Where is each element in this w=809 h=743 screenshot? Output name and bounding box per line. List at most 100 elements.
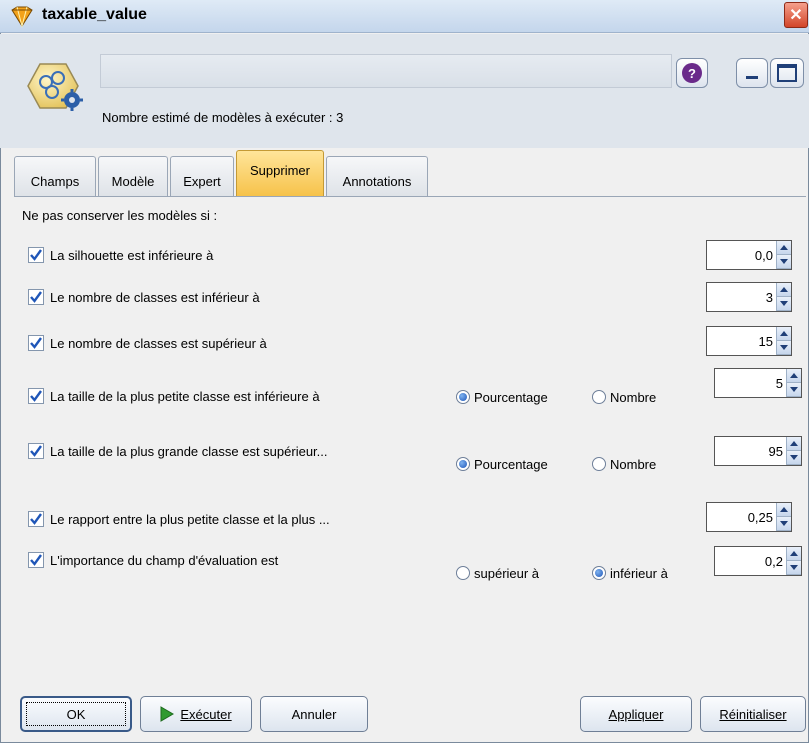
tab-expert[interactable]: Expert (170, 156, 234, 196)
spinner-down-arrow-icon[interactable] (787, 451, 801, 465)
class-ratio-checkbox[interactable] (28, 511, 44, 527)
largest-class-label: La taille de la plus grande classe est s… (50, 444, 328, 459)
silhouette-checkbox[interactable] (28, 247, 44, 263)
spinner-up-arrow-icon[interactable] (787, 547, 801, 561)
smallest-class-spinner[interactable]: 5 (714, 368, 802, 398)
spinner-value: 0,0 (754, 248, 773, 263)
smallest-class-label: La taille de la plus petite classe est i… (50, 389, 320, 404)
spinner-down-arrow-icon[interactable] (787, 561, 801, 575)
checkmark-icon (30, 249, 42, 261)
tab-label: Annotations (342, 174, 412, 189)
tab-label: Modèle (111, 174, 155, 189)
help-button[interactable]: ? (676, 58, 708, 88)
min-classes-label: Le nombre de classes est inférieur à (50, 290, 260, 305)
ok-button[interactable]: OK (20, 696, 132, 732)
spinner-up-arrow-icon[interactable] (777, 283, 791, 297)
close-icon: ✕ (789, 7, 803, 24)
button-label: Annuler (291, 706, 337, 722)
spinner-value: 5 (775, 376, 783, 391)
clustering-node-icon (26, 62, 88, 117)
radio-selected-dot (595, 569, 603, 577)
largest-class-checkbox[interactable] (28, 443, 44, 459)
percent-option-label: Pourcentage (474, 390, 548, 405)
smallest-class-number-radio[interactable] (592, 390, 606, 404)
checkmark-icon (30, 513, 42, 525)
spinner-value: 3 (765, 290, 773, 305)
minimize-icon (746, 75, 758, 79)
spinner-down-arrow-icon[interactable] (777, 255, 791, 269)
run-arrow-icon (160, 706, 175, 722)
importance-less-radio[interactable] (592, 566, 606, 580)
spinner-down-arrow-icon[interactable] (777, 517, 791, 531)
spinner-value: 15 (758, 334, 773, 349)
largest-class-number-radio[interactable] (592, 457, 606, 471)
spinner-down-arrow-icon[interactable] (787, 383, 801, 397)
spinner-up-arrow-icon[interactable] (787, 369, 801, 383)
spinner-up-arrow-icon[interactable] (777, 241, 791, 255)
spinner-up-arrow-icon[interactable] (777, 327, 791, 341)
minimize-button[interactable] (736, 58, 768, 88)
checkmark-icon (30, 554, 42, 566)
tab-supprimer[interactable]: Supprimer (236, 150, 324, 196)
min-classes-spinner[interactable]: 3 (706, 282, 792, 312)
apply-button[interactable]: Appliquer (580, 696, 692, 732)
cancel-button[interactable]: Annuler (260, 696, 368, 732)
estimated-models-text: Nombre estimé de modèles à exécuter : 3 (102, 110, 344, 125)
reset-button[interactable]: Réinitialiser (700, 696, 806, 732)
tab-annotations[interactable]: Annotations (326, 156, 428, 196)
spinner-up-arrow-icon[interactable] (787, 437, 801, 451)
header-panel (0, 34, 809, 148)
field-importance-spinner[interactable]: 0,2 (714, 546, 802, 576)
spinner-value: 95 (768, 444, 783, 459)
largest-class-spinner[interactable]: 95 (714, 436, 802, 466)
max-classes-spinner[interactable]: 15 (706, 326, 792, 356)
number-option-label: Nombre (610, 390, 657, 405)
window-title: taxable_value (42, 6, 147, 23)
percent-option-label: Pourcentage (474, 457, 548, 472)
less-option-label: inférieur à (610, 566, 668, 581)
importance-greater-radio[interactable] (456, 566, 470, 580)
greater-option-label: supérieur à (474, 566, 540, 581)
radio-selected-dot (459, 393, 467, 401)
maximize-button[interactable] (770, 58, 804, 88)
min-classes-checkbox[interactable] (28, 289, 44, 305)
discard-settings-panel (14, 197, 806, 677)
max-classes-label: Le nombre de classes est supérieur à (50, 336, 267, 351)
button-label: Réinitialiser (719, 706, 787, 722)
spinner-up-arrow-icon[interactable] (777, 503, 791, 517)
silhouette-spinner[interactable]: 0,0 (706, 240, 792, 270)
close-button[interactable]: ✕ (784, 2, 808, 28)
field-importance-checkbox[interactable] (28, 552, 44, 568)
node-name-field[interactable] (100, 54, 672, 88)
max-classes-checkbox[interactable] (28, 335, 44, 351)
checkmark-icon (30, 445, 42, 457)
number-option-label: Nombre (610, 457, 657, 472)
maximize-icon (777, 64, 797, 82)
app-shield-icon (10, 6, 34, 31)
tab-label: Supprimer (250, 163, 310, 178)
checkmark-icon (30, 390, 42, 402)
class-ratio-label: Le rapport entre la plus petite classe e… (50, 512, 330, 527)
silhouette-label: La silhouette est inférieure à (50, 248, 214, 263)
spinner-down-arrow-icon[interactable] (777, 297, 791, 311)
spinner-down-arrow-icon[interactable] (777, 341, 791, 355)
spinner-value: 0,2 (764, 554, 783, 569)
smallest-class-checkbox[interactable] (28, 388, 44, 404)
button-label: Appliquer (608, 706, 664, 722)
tab-modele[interactable]: Modèle (98, 156, 168, 196)
radio-selected-dot (459, 460, 467, 468)
class-ratio-spinner[interactable]: 0,25 (706, 502, 792, 532)
ok-focus-rect: OK (26, 702, 126, 726)
smallest-class-percent-radio[interactable] (456, 390, 470, 404)
checkmark-icon (30, 291, 42, 303)
tab-label: Expert (183, 174, 221, 189)
button-label: Exécuter (180, 706, 232, 722)
help-icon: ? (682, 63, 702, 83)
execute-button[interactable]: Exécuter (140, 696, 252, 732)
tab-champs[interactable]: Champs (14, 156, 96, 196)
checkmark-icon (30, 337, 42, 349)
button-label: OK (66, 706, 86, 722)
tab-label: Champs (30, 174, 80, 189)
largest-class-percent-radio[interactable] (456, 457, 470, 471)
spinner-value: 0,25 (747, 510, 773, 525)
